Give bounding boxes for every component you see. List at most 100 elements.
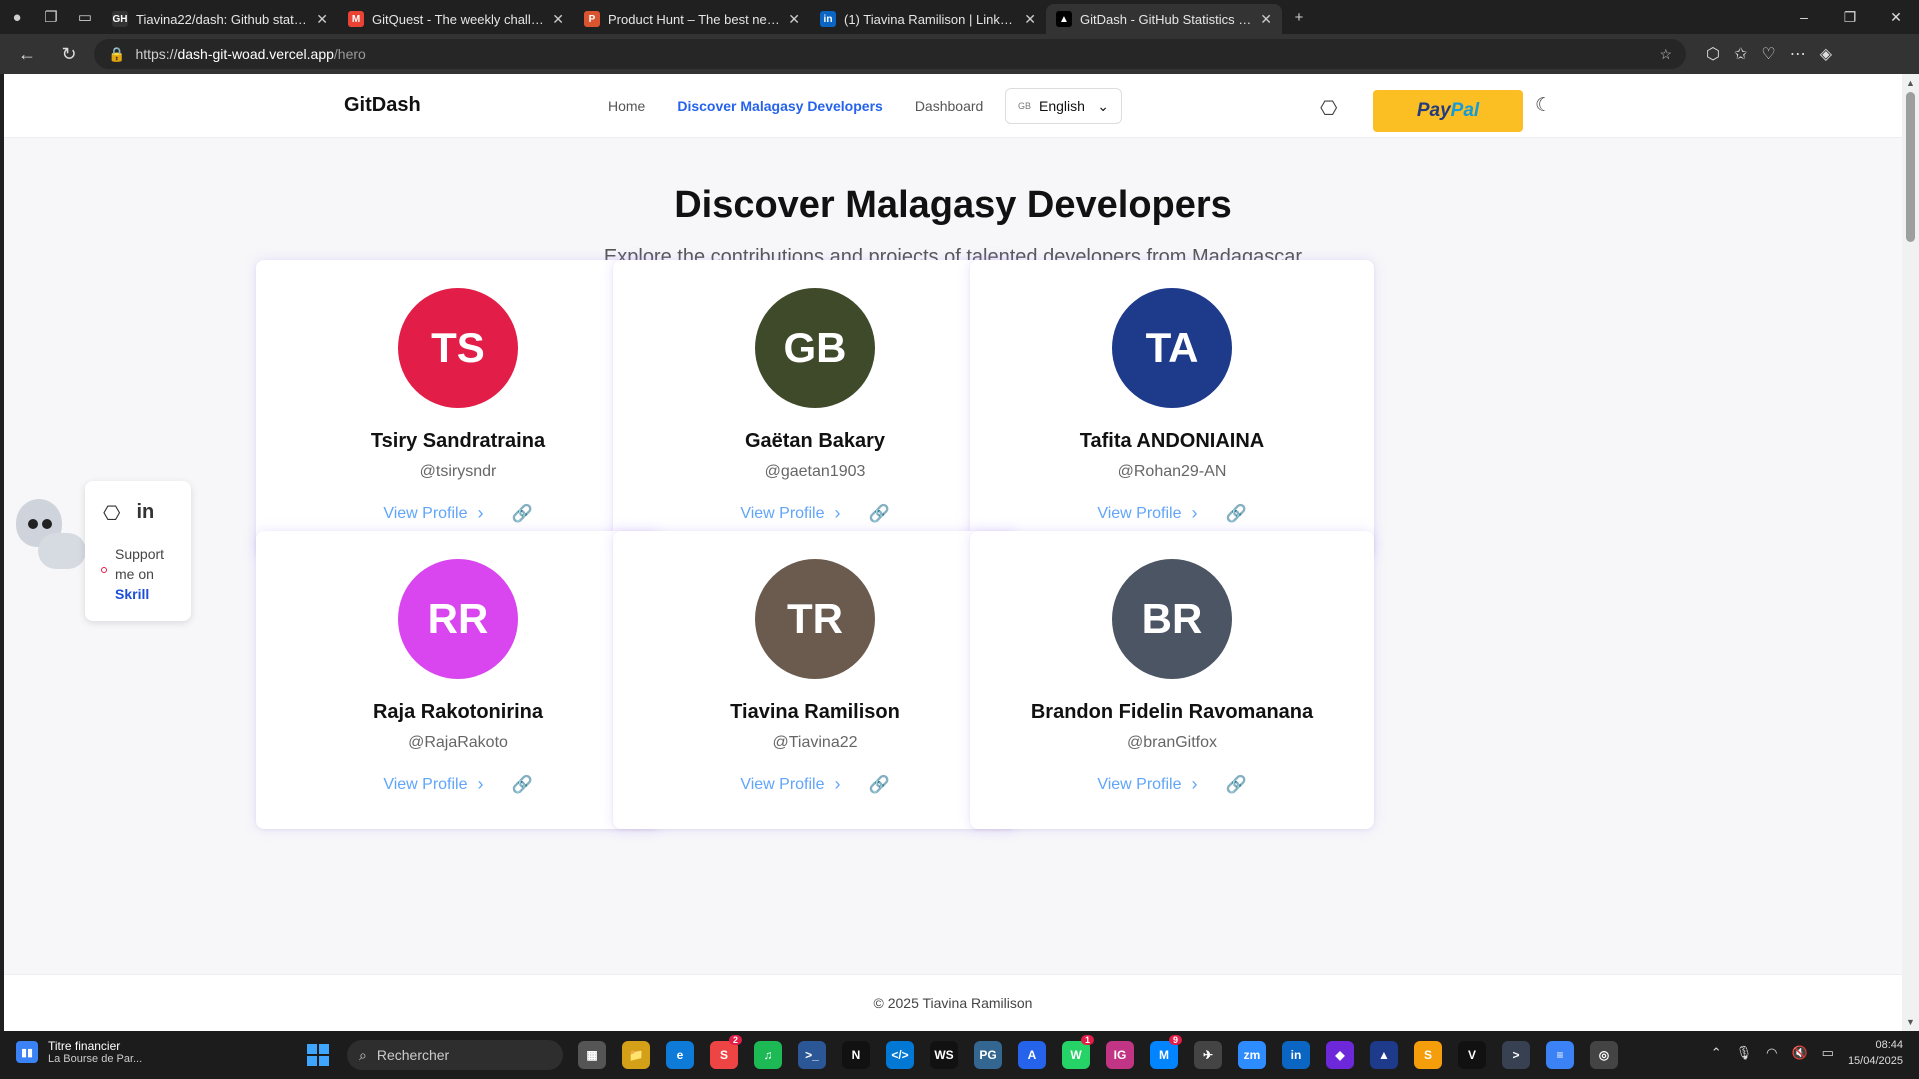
tab-favicon-icon: P <box>584 11 600 27</box>
taskbar-search[interactable]: ⌕ Rechercher <box>347 1040 563 1070</box>
clock[interactable]: 08:44 15/04/2025 <box>1848 1037 1903 1069</box>
taskbar-app-icon[interactable]: zm <box>1238 1041 1266 1069</box>
minimize-icon[interactable]: – <box>1781 0 1827 34</box>
close-window-icon[interactable]: ✕ <box>1873 0 1919 34</box>
wifi-icon[interactable]: ◠ <box>1766 1045 1777 1061</box>
app-glyph: V <box>1467 1048 1476 1062</box>
taskbar-app-icon[interactable]: ✈ <box>1194 1041 1222 1069</box>
view-profile-link[interactable]: View Profile › <box>1097 503 1197 524</box>
volume-muted-icon[interactable]: 🔇 <box>1791 1045 1807 1061</box>
workspaces-icon[interactable]: ❐ <box>34 0 68 34</box>
external-link-icon[interactable]: 🔗 <box>869 504 890 524</box>
tab-close-icon[interactable]: ✕ <box>552 11 564 28</box>
tab-actions-icon[interactable]: ▭ <box>68 0 102 34</box>
taskbar-app-icon[interactable]: >_ <box>798 1041 826 1069</box>
app-glyph: PG <box>979 1048 997 1062</box>
view-profile-link[interactable]: View Profile › <box>1097 774 1197 795</box>
tab-close-icon[interactable]: ✕ <box>1260 11 1272 28</box>
taskbar-app-icon[interactable]: S <box>1414 1041 1442 1069</box>
taskbar-app-icon[interactable]: S2 <box>710 1035 742 1069</box>
copilot-icon[interactable]: ◈ <box>1820 44 1832 64</box>
windows-start-icon[interactable] <box>307 1044 329 1066</box>
external-link-icon[interactable]: 🔗 <box>512 775 533 795</box>
dark-mode-toggle-icon[interactable]: ☾ <box>1535 94 1552 117</box>
browser-essentials-icon[interactable]: ♡ <box>1761 44 1775 64</box>
scroll-thumb[interactable] <box>1906 92 1915 242</box>
app-glyph: A <box>1027 1048 1037 1062</box>
taskbar-app-icon[interactable]: ▦ <box>578 1041 606 1069</box>
taskbar-app-icon[interactable]: A <box>1018 1041 1046 1069</box>
view-profile-link[interactable]: View Profile › <box>740 503 840 524</box>
developer-card: TA Tafita ANDONIAINA @Rohan29-AN View Pr… <box>970 260 1374 558</box>
tab-close-icon[interactable]: ✕ <box>316 11 328 28</box>
taskbar-app-icon[interactable]: PG <box>974 1041 1002 1069</box>
taskbar-app-icon[interactable]: ◎ <box>1590 1041 1618 1069</box>
browser-tab[interactable]: ▲ GitDash - GitHub Statistics Dashb ✕ <box>1046 4 1282 34</box>
view-profile-label: View Profile <box>740 504 825 522</box>
favorite-star-icon[interactable]: ☆ <box>1659 46 1672 63</box>
taskbar-app-icon[interactable]: W1 <box>1062 1035 1094 1069</box>
browser-tab[interactable]: M GitQuest - The weekly challenge f ✕ <box>338 4 574 34</box>
external-link-icon[interactable]: 🔗 <box>869 775 890 795</box>
chevron-up-icon[interactable]: ⌃ <box>1711 1045 1722 1061</box>
taskbar-app-icon[interactable]: ▲ <box>1370 1041 1398 1069</box>
nav-discover[interactable]: Discover Malagasy Developers <box>677 98 882 114</box>
view-profile-link[interactable]: View Profile › <box>383 774 483 795</box>
nav-dashboard[interactable]: Dashboard <box>915 98 984 114</box>
github-icon[interactable]: ⎔ <box>103 501 120 526</box>
more-icon[interactable]: ⋯ <box>1790 44 1806 64</box>
developer-handle: @RajaRakoto <box>408 734 508 751</box>
tab-close-icon[interactable]: ✕ <box>1024 11 1036 28</box>
back-icon[interactable]: ← <box>10 39 44 69</box>
refresh-icon[interactable]: ↻ <box>52 39 86 69</box>
view-profile-label: View Profile <box>383 504 468 522</box>
github-icon[interactable]: ⎔ <box>1320 96 1337 121</box>
taskbar-app-icon[interactable]: ◆ <box>1326 1041 1354 1069</box>
paypal-text-a: Pay <box>1416 100 1451 121</box>
skrill-link[interactable]: Skrill <box>115 586 149 602</box>
scroll-down-icon[interactable]: ▼ <box>1906 1017 1915 1027</box>
battery-icon[interactable]: ▭ <box>1822 1045 1834 1061</box>
linkedin-icon[interactable]: in <box>136 501 154 526</box>
paypal-button[interactable]: Pay Pal <box>1373 90 1523 132</box>
taskbar-app-icon[interactable]: M9 <box>1150 1035 1182 1069</box>
page-scrollbar[interactable]: ▲ ▼ <box>1902 74 1919 1031</box>
extensions-icon[interactable]: ⬡ <box>1706 44 1720 64</box>
support-text-2: me on <box>115 566 154 582</box>
app-glyph: </> <box>891 1048 909 1062</box>
microphone-icon[interactable]: 🎙 <box>1736 1045 1753 1061</box>
taskbar-app-icon[interactable]: N <box>842 1041 870 1069</box>
external-link-icon[interactable]: 🔗 <box>512 504 533 524</box>
taskbar-app-icon[interactable]: 📁 <box>622 1041 650 1069</box>
taskbar-app-icon[interactable]: IG <box>1106 1041 1134 1069</box>
view-profile-link[interactable]: View Profile › <box>740 774 840 795</box>
browser-tab[interactable]: P Product Hunt – The best new prod ✕ <box>574 4 810 34</box>
taskbar-app-icon[interactable]: ≡ <box>1546 1041 1574 1069</box>
language-select[interactable]: GB English ⌄ <box>1005 88 1122 124</box>
external-link-icon[interactable]: 🔗 <box>1226 504 1247 524</box>
taskbar-app-icon[interactable]: e <box>666 1041 694 1069</box>
new-tab-icon[interactable]: + <box>1282 0 1316 34</box>
brand-logo[interactable]: GitDash <box>344 94 421 117</box>
taskbar-app-icon[interactable]: </> <box>886 1041 914 1069</box>
favorites-icon[interactable]: ✩ <box>1734 44 1747 64</box>
browser-tab[interactable]: in (1) Tiavina Ramilison | LinkedIn ✕ <box>810 4 1046 34</box>
taskbar-app-icon[interactable]: ♫ <box>754 1041 782 1069</box>
taskbar-app-icon[interactable]: WS <box>930 1041 958 1069</box>
nav-home[interactable]: Home <box>608 98 645 114</box>
browser-tab[interactable]: GH Tiavina22/dash: Github stats appli ✕ <box>102 4 338 34</box>
restore-icon[interactable]: ❐ <box>1827 0 1873 34</box>
taskbar-app-icon[interactable]: in <box>1282 1041 1310 1069</box>
external-link-icon[interactable]: 🔗 <box>1226 775 1247 795</box>
profile-icon[interactable]: ● <box>0 0 34 34</box>
taskbar-app-icon[interactable]: V <box>1458 1041 1486 1069</box>
address-bar[interactable]: 🔒 https://dash-git-woad.vercel.app/hero … <box>94 39 1686 69</box>
scroll-up-icon[interactable]: ▲ <box>1906 78 1915 88</box>
news-widget[interactable]: ▮▮ Titre financier La Bourse de Par... <box>16 1039 142 1065</box>
language-label: English <box>1039 98 1085 114</box>
view-profile-link[interactable]: View Profile › <box>383 503 483 524</box>
taskbar-app-icon[interactable]: > <box>1502 1041 1530 1069</box>
app-glyph: ♫ <box>763 1048 773 1062</box>
tab-close-icon[interactable]: ✕ <box>788 11 800 28</box>
clock-date: 15/04/2025 <box>1847 1055 1903 1067</box>
